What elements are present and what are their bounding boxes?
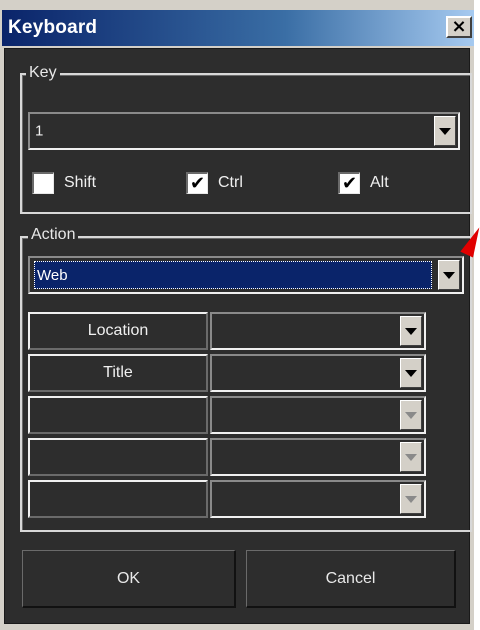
ctrl-checkbox[interactable]: ✔ — [186, 172, 208, 194]
field-button-5[interactable] — [28, 480, 208, 518]
dropdown-button-3 — [400, 400, 422, 430]
title-value-select[interactable] — [210, 354, 426, 392]
check-icon: ✔ — [341, 172, 358, 194]
title-dropdown-button[interactable] — [400, 358, 422, 388]
key-group-legend: Key — [26, 64, 60, 82]
chevron-down-icon — [405, 327, 417, 335]
location-field-button[interactable]: Location — [28, 312, 208, 350]
close-button[interactable]: × — [446, 16, 472, 38]
shift-checkbox[interactable] — [32, 172, 54, 194]
value-select-3 — [210, 396, 426, 434]
ctrl-label: Ctrl — [218, 174, 243, 191]
chevron-down-icon — [443, 271, 455, 279]
action-select-dropdown-button[interactable] — [438, 260, 460, 290]
alt-checkbox[interactable]: ✔ — [338, 172, 360, 194]
key-select-dropdown-button[interactable] — [434, 116, 456, 146]
cancel-button[interactable]: Cancel — [246, 550, 456, 608]
title-field-button[interactable]: Title — [28, 354, 208, 392]
chevron-down-icon — [405, 411, 417, 419]
check-icon: ✔ — [189, 172, 206, 194]
window-title: Keyboard — [8, 17, 98, 38]
dropdown-button-4 — [400, 442, 422, 472]
chevron-down-icon — [439, 127, 451, 135]
ok-button[interactable]: OK — [22, 550, 236, 608]
chevron-down-icon — [405, 369, 417, 377]
action-group-legend: Action — [28, 226, 79, 244]
action-select-text: Web — [37, 266, 68, 284]
shift-label: Shift — [64, 174, 97, 191]
action-select-value: Web — [34, 261, 432, 289]
action-select[interactable]: Web — [28, 256, 464, 294]
location-dropdown-button[interactable] — [400, 316, 422, 346]
key-select-value: 1 — [35, 122, 44, 140]
field-button-3[interactable] — [28, 396, 208, 434]
value-select-4 — [210, 438, 426, 476]
value-select-5 — [210, 480, 426, 518]
alt-label: Alt — [370, 174, 389, 191]
field-button-4[interactable] — [28, 438, 208, 476]
key-select[interactable]: 1 — [28, 112, 460, 150]
close-icon: × — [451, 16, 467, 37]
chevron-down-icon — [405, 495, 417, 503]
dropdown-button-5 — [400, 484, 422, 514]
chevron-down-icon — [405, 453, 417, 461]
location-value-select[interactable] — [210, 312, 426, 350]
